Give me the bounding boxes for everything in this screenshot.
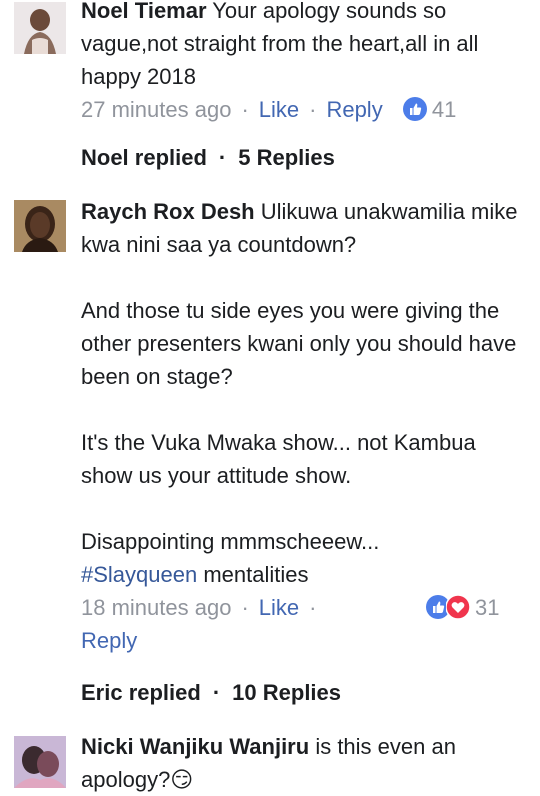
- comment-author[interactable]: Noel Tiemar: [81, 0, 207, 23]
- like-button[interactable]: Like: [259, 595, 299, 620]
- replies-count: 5 Replies: [238, 145, 335, 170]
- separator-dot: ·: [309, 595, 317, 620]
- avatar[interactable]: [14, 736, 66, 788]
- comment-timestamp: 18 minutes ago: [81, 595, 232, 620]
- comment-paragraph: And those tu side eyes you were giving t…: [81, 298, 517, 389]
- comment-paragraph: Raych Rox Desh Ulikuwa unakwamilia mike …: [81, 195, 530, 261]
- avatar[interactable]: [14, 2, 66, 54]
- replied-name: Noel replied: [81, 145, 207, 170]
- reply-button[interactable]: Reply: [326, 97, 382, 122]
- comment-timestamp: 27 minutes ago: [81, 97, 232, 122]
- comment-text: mentalities: [203, 562, 309, 587]
- hashtag-link[interactable]: #Slayqueen: [81, 562, 197, 587]
- reaction-summary[interactable]: 41: [402, 97, 457, 122]
- separator-dot: ·: [241, 595, 249, 620]
- reply-button[interactable]: Reply: [81, 628, 137, 653]
- reaction-count: 41: [431, 97, 457, 122]
- avatar[interactable]: [14, 200, 66, 252]
- comment-meta: 18 minutes ago · Like ·: [81, 593, 326, 623]
- reaction-summary[interactable]: 31: [426, 593, 499, 623]
- comment-meta: 27 minutes ago · Like · Reply 41: [81, 95, 456, 125]
- comment-author[interactable]: Nicki Wanjiku Wanjiru: [81, 734, 309, 759]
- comment-meta: Reply: [81, 626, 137, 656]
- comment-paragraph: Disappointing mmmscheeew...: [81, 529, 380, 554]
- comment-body: Nicki Wanjiku Wanjiru is this even an ap…: [81, 730, 530, 796]
- separator-dot: ·: [212, 680, 221, 705]
- separator-dot: ·: [218, 145, 227, 170]
- like-button[interactable]: Like: [259, 97, 299, 122]
- comment-paragraph: #Slayqueen mentalities: [81, 558, 530, 591]
- separator-dot: ·: [241, 97, 249, 122]
- replies-count: 10 Replies: [232, 680, 342, 705]
- comment-body: Raych Rox Desh Ulikuwa unakwamilia mike …: [81, 195, 530, 591]
- comment-paragraph: It's the Vuka Mwaka show... not Kambua s…: [81, 430, 476, 488]
- view-replies-link[interactable]: Noel replied · 5 Replies: [81, 143, 335, 173]
- comment-body: Noel Tiemar Your apology sounds so vague…: [81, 0, 530, 93]
- view-replies-link[interactable]: Eric replied · 10 Replies: [81, 678, 341, 708]
- separator-dot: ·: [309, 97, 317, 122]
- reaction-count: 31: [475, 595, 500, 620]
- replied-name: Eric replied: [81, 680, 201, 705]
- love-icon: [446, 595, 470, 619]
- like-icon: [402, 97, 427, 121]
- comment-author[interactable]: Raych Rox Desh: [81, 199, 255, 224]
